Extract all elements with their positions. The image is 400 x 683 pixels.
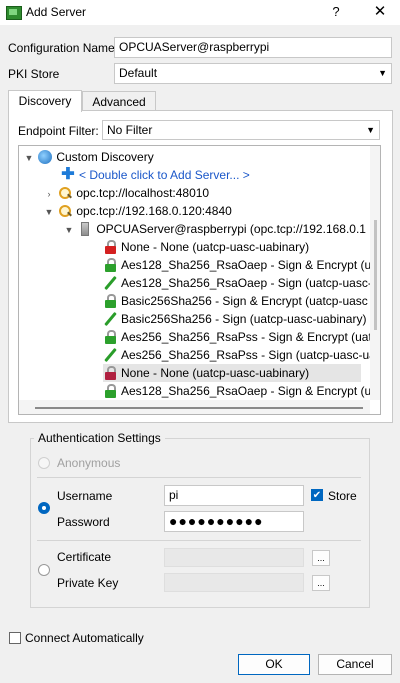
tree-vertical-scrollbar[interactable] bbox=[370, 146, 380, 400]
tab-advanced[interactable]: Advanced bbox=[82, 91, 156, 111]
password-label: Password bbox=[57, 515, 110, 529]
certificate-radio[interactable] bbox=[38, 564, 50, 576]
plus-icon: ✚ bbox=[61, 166, 75, 183]
endpoint-item[interactable]: Aes256_Sha256_RsaPss - Sign (uatcp-uasc-… bbox=[103, 346, 380, 364]
scrollbar-thumb[interactable] bbox=[374, 220, 377, 330]
tree-node-remote[interactable]: ▼ opc.tcp://192.168.0.120:4840 bbox=[43, 202, 232, 220]
tree-node-server[interactable]: ▼ OPCUAServer@raspberrypi (opc.tcp://192… bbox=[63, 220, 366, 238]
private-key-label: Private Key bbox=[57, 576, 119, 590]
lock-open-icon bbox=[103, 366, 117, 380]
pen-icon bbox=[103, 348, 117, 362]
lock-icon bbox=[103, 258, 117, 272]
lock-open-icon bbox=[103, 240, 117, 254]
username-label: Username bbox=[57, 489, 113, 503]
anonymous-radio[interactable] bbox=[38, 457, 50, 469]
endpoint-filter-value: No Filter bbox=[107, 123, 153, 137]
tree-node-localhost[interactable]: › opc.tcp://localhost:48010 bbox=[43, 184, 210, 203]
endpoint-item[interactable]: Basic256Sha256 - Sign (uatcp-uasc-uabina… bbox=[103, 310, 366, 328]
scrollbar-thumb[interactable] bbox=[35, 407, 363, 409]
password-input[interactable]: ●●●●●●●●●● bbox=[164, 511, 304, 532]
cancel-button[interactable]: Cancel bbox=[318, 654, 392, 675]
tree-node-add-server[interactable]: ✚ < Double click to Add Server... > bbox=[61, 166, 249, 184]
close-button[interactable]: ✕ bbox=[368, 2, 392, 22]
store-checkbox[interactable]: ✔ bbox=[311, 489, 323, 501]
endpoint-filter-label: Endpoint Filter: bbox=[18, 124, 99, 138]
store-label: Store bbox=[328, 489, 357, 503]
authentication-settings-title: Authentication Settings bbox=[34, 431, 165, 445]
endpoint-item-selected[interactable]: None - None (uatcp-uasc-uabinary) bbox=[103, 364, 361, 382]
server-icon bbox=[78, 222, 92, 236]
window-title: Add Server bbox=[26, 5, 87, 19]
endpoint-item[interactable]: Aes128_Sha256_RsaOaep - Sign & Encrypt (… bbox=[103, 256, 378, 274]
pki-store-select[interactable]: Default ▼ bbox=[114, 63, 392, 84]
app-icon bbox=[6, 6, 22, 20]
endpoint-item[interactable]: Aes128_Sha256_RsaOaep - Sign & Encrypt (… bbox=[103, 382, 378, 400]
chevron-right-icon[interactable]: › bbox=[43, 185, 55, 203]
configuration-name-label: Configuration Name bbox=[8, 41, 115, 55]
certificate-label: Certificate bbox=[57, 550, 112, 564]
pki-store-value: Default bbox=[119, 66, 158, 80]
tree-node-custom-discovery[interactable]: ▼ Custom Discovery bbox=[23, 148, 154, 166]
chevron-down-icon[interactable]: ▼ bbox=[63, 221, 75, 239]
endpoint-item[interactable]: None - None (uatcp-uasc-uabinary) bbox=[103, 238, 309, 256]
chevron-down-icon: ▼ bbox=[378, 68, 387, 78]
endpoint-item[interactable]: Basic256Sha256 - Sign & Encrypt (uatcp-u… bbox=[103, 292, 368, 310]
ok-button[interactable]: OK bbox=[238, 654, 310, 675]
chevron-down-icon: ▼ bbox=[366, 125, 375, 135]
pen-icon bbox=[103, 312, 117, 326]
certificate-browse-button[interactable]: ... bbox=[312, 550, 330, 566]
checkmark-icon: ✔ bbox=[312, 490, 322, 501]
tab-discovery[interactable]: Discovery bbox=[8, 90, 82, 112]
server-tree[interactable]: ▼ Custom Discovery ✚ < Double click to Ad… bbox=[18, 145, 381, 415]
certificate-input[interactable] bbox=[164, 548, 304, 567]
pen-icon bbox=[103, 276, 117, 290]
configuration-name-input[interactable]: OPCUAServer@raspberrypi bbox=[114, 37, 392, 58]
chevron-down-icon[interactable]: ▼ bbox=[43, 203, 55, 221]
endpoint-item[interactable]: Aes256_Sha256_RsaPss - Sign & Encrypt (u… bbox=[103, 328, 378, 346]
anonymous-label: Anonymous bbox=[57, 456, 121, 470]
connect-automatically-checkbox[interactable] bbox=[9, 632, 21, 644]
username-input[interactable]: pi bbox=[164, 485, 304, 506]
private-key-input[interactable] bbox=[164, 573, 304, 592]
private-key-browse-button[interactable]: ... bbox=[312, 575, 330, 591]
lock-icon bbox=[103, 384, 117, 398]
search-icon bbox=[58, 186, 72, 200]
endpoint-filter-select[interactable]: No Filter ▼ bbox=[102, 120, 380, 140]
search-icon bbox=[58, 204, 72, 218]
lock-icon bbox=[103, 294, 117, 308]
chevron-down-icon[interactable]: ▼ bbox=[23, 149, 35, 167]
help-button[interactable]: ? bbox=[326, 2, 346, 22]
pki-store-label: PKI Store bbox=[8, 67, 60, 81]
globe-icon bbox=[38, 150, 53, 164]
divider bbox=[37, 477, 361, 478]
endpoint-item[interactable]: Aes128_Sha256_RsaOaep - Sign (uatcp-uasc… bbox=[103, 274, 379, 292]
tree-horizontal-scrollbar[interactable] bbox=[19, 400, 370, 414]
connect-automatically-label: Connect Automatically bbox=[25, 631, 144, 645]
lock-icon bbox=[103, 330, 117, 344]
divider bbox=[37, 540, 361, 541]
username-password-radio[interactable] bbox=[38, 502, 50, 514]
